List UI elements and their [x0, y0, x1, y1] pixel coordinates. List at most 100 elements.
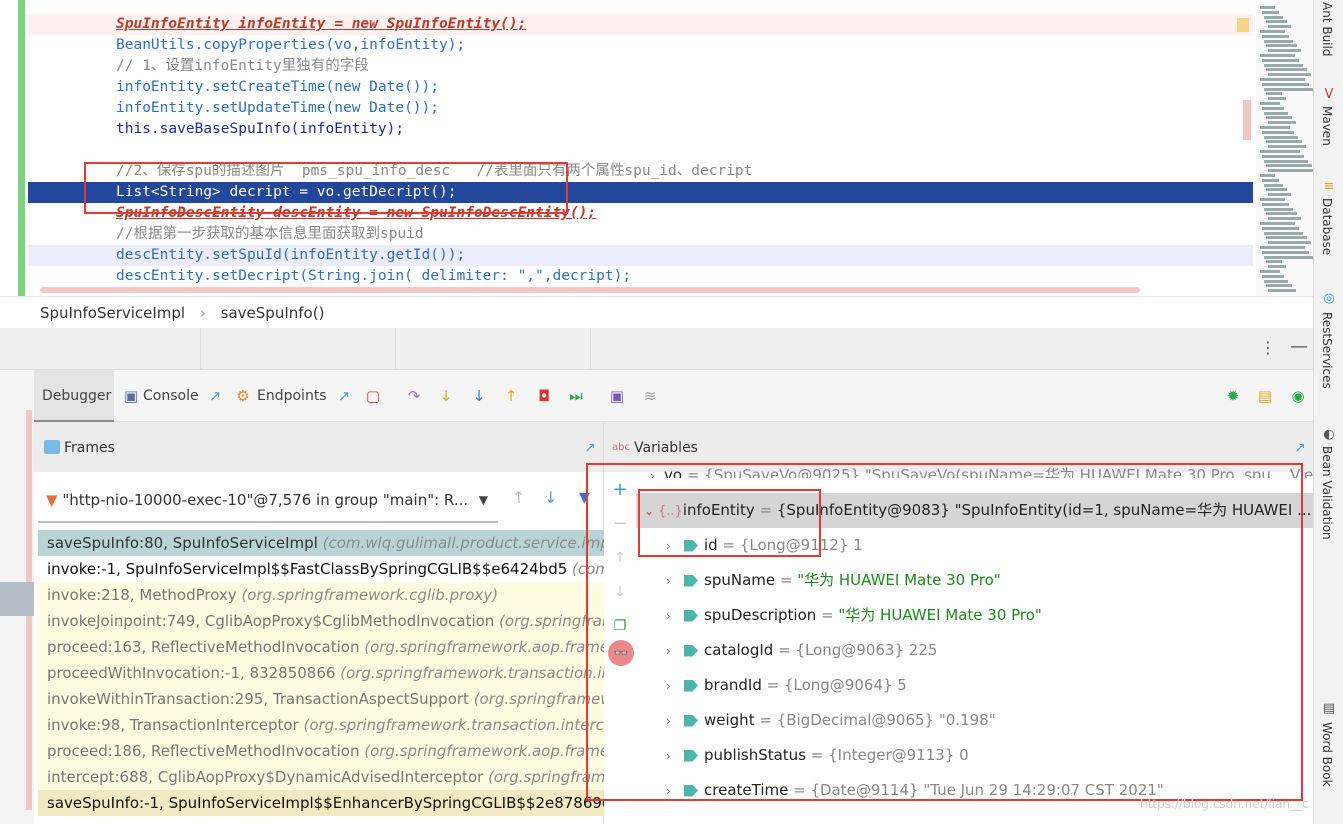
more-options-icon[interactable]: ⋮ [1260, 338, 1276, 357]
frames-icon [44, 440, 60, 454]
minimap-line [1262, 274, 1284, 278]
minimap-line [1268, 121, 1296, 125]
minimap-line [1268, 169, 1313, 173]
minimap-line [1266, 212, 1297, 216]
frame-method: invoke:218, MethodProxy [47, 586, 242, 604]
side-tab-restservices[interactable]: RestServices [1320, 312, 1334, 389]
frame-item[interactable]: invoke:-1, SpuInfoServiceImpl$$FastClass… [38, 556, 604, 582]
minimap-line [1264, 207, 1293, 211]
minimize-icon[interactable]: — [1290, 336, 1308, 357]
tab-label: Console [143, 388, 199, 404]
memory-icon[interactable]: ▤ [1256, 387, 1274, 405]
code-line-4[interactable]: infoEntity.setCreateTime(new Date()); [28, 77, 1253, 98]
debug-toolbar: Debugger ▣ Console ↗ ⚙ Endpoints ↗ ▢ ↷ ↓… [34, 370, 1313, 422]
frame-method: invokeWithinTransaction:295, Transaction… [47, 690, 474, 708]
step-out-icon[interactable]: ↑ [502, 387, 520, 405]
minimap-line [1262, 106, 1284, 110]
side-tab-database[interactable]: Database [1320, 198, 1334, 255]
code-text: infoEntity.setCreateTime(new Date()); [116, 79, 440, 95]
editor-gutter [0, 0, 28, 296]
side-tab-bean-validation[interactable]: Bean Validation [1320, 446, 1334, 540]
minimap-line [1264, 135, 1298, 139]
minimap-line [1260, 174, 1275, 177]
minimap-line [1264, 111, 1288, 115]
thread-selector[interactable]: ▼ "http-nio-10000-exec-10"@7,576 in grou… [38, 477, 498, 523]
drop-frame-icon[interactable]: ◘ [535, 387, 553, 405]
tab-console[interactable]: Console [143, 370, 199, 422]
code-line-11[interactable]: //根据第一步获取的基本信息里面获取到spuid [28, 224, 1253, 245]
minimap-line [1264, 231, 1303, 235]
minimap-line [1264, 87, 1313, 91]
tab-endpoints[interactable]: Endpoints [257, 370, 327, 422]
step-into-icon[interactable]: ↓ [437, 387, 455, 405]
trace-icon[interactable]: ≋ [641, 387, 659, 405]
scroll-marker[interactable] [1243, 100, 1251, 140]
force-step-into-icon[interactable]: ↓ [470, 387, 488, 405]
arrow-down-icon[interactable]: ↓ [544, 488, 557, 507]
side-tab-word-book[interactable]: Word Book [1320, 722, 1334, 787]
code-line-7[interactable] [28, 140, 1253, 161]
frame-item[interactable]: invoke:98, TransactionInterceptor (org.s… [38, 712, 604, 738]
frames-title: Frames [64, 440, 115, 456]
frame-item[interactable]: invokeJoinpoint:749, CglibAopProxy$Cglib… [38, 608, 604, 634]
minimap-line [1262, 82, 1309, 86]
breadcrumb-class[interactable]: SpuInfoServiceImpl [40, 304, 185, 322]
code-line-2[interactable]: BeanUtils.copyProperties(vo,infoEntity); [28, 35, 1253, 56]
minimap-line [1260, 54, 1295, 57]
frame-item[interactable]: proceedWithInvocation:-1, 832850866 (org… [38, 660, 604, 686]
minimap-line [1268, 265, 1286, 269]
pin-arrow-icon[interactable]: ↗ [335, 387, 353, 405]
breadcrumb-method[interactable]: saveSpuInfo() [221, 304, 325, 322]
minimap-line [1260, 78, 1305, 81]
bug-icon[interactable]: ✹ [1224, 387, 1242, 405]
watermark: https://blog.csdn.net/lian__c [1140, 797, 1309, 811]
console-icon: ▣ [123, 387, 139, 405]
frame-item[interactable]: saveSpuInfo:-1, SpuInfoServiceImpl$$Enha… [38, 790, 604, 816]
minimap-line [1266, 140, 1302, 144]
minimap-line [1268, 97, 1286, 101]
horizontal-scrollbar[interactable] [40, 287, 1140, 293]
frame-item[interactable]: saveSpuInfo:80, SpuInfoServiceImpl (com.… [38, 530, 604, 556]
code-line-13[interactable]: descEntity.setDecript(String.join( delim… [28, 266, 1253, 287]
left-edge [0, 370, 34, 824]
frame-method: invoke:-1, SpuInfoServiceImpl$$FastClass… [47, 560, 573, 578]
database-icon: ≡ [1323, 179, 1335, 194]
code-line-1[interactable]: SpuInfoEntity infoEntity = new SpuInfoEn… [28, 14, 1253, 35]
minimap-line [1268, 73, 1311, 77]
minimap-line [1266, 284, 1292, 288]
comment-text: //根据第一步获取的基本信息里面获取到spuid [116, 226, 424, 242]
side-tab-maven[interactable]: Maven [1320, 106, 1334, 146]
frame-item[interactable]: proceed:163, ReflectiveMethodInvocation … [38, 634, 604, 660]
frame-package: (org.springframework.cglib.proxy) [241, 586, 499, 604]
code-line-3[interactable]: // 1、设置infoEntity里独有的字段 [28, 56, 1253, 77]
restore-layout-icon[interactable]: ▢ [364, 387, 382, 405]
frame-method: invokeJoinpoint:749, CglibAopProxy$Cglib… [47, 612, 500, 630]
minimap-line [1262, 226, 1299, 230]
frame-package: (com.wlq.gulimall.product.service.impl) [322, 534, 604, 552]
side-tab-ant-build[interactable]: Ant Build [1320, 2, 1334, 56]
step-over-icon[interactable]: ↷ [405, 387, 423, 405]
warning-marker[interactable] [1237, 18, 1249, 32]
code-line-6[interactable]: this.saveBaseSpuInfo(infoEntity); [28, 119, 1253, 140]
frames-panel: Frames ↗ ▼ "http-nio-10000-exec-10"@7,57… [34, 422, 604, 824]
book-icon: ▤ [1322, 701, 1336, 716]
minimap[interactable] [1256, 0, 1313, 296]
run-to-cursor-icon[interactable]: ⏭ [567, 387, 585, 405]
frame-item[interactable]: invokeWithinTransaction:295, Transaction… [38, 686, 604, 712]
minimap-line [1260, 102, 1280, 105]
code-editor[interactable]: SpuInfoEntity infoEntity = new SpuInfoEn… [0, 0, 1313, 296]
minimap-line [1268, 49, 1301, 53]
code-line-12[interactable]: descEntity.setSpuId(infoEntity.getId()); [28, 245, 1253, 266]
tab-debugger[interactable]: Debugger [34, 370, 114, 422]
frame-item[interactable]: proceed:186, ReflectiveMethodInvocation … [38, 738, 604, 764]
arrow-up-icon[interactable]: ↑ [512, 488, 525, 507]
gauge-icon[interactable]: ◉ [1289, 387, 1307, 405]
evaluate-expression-icon[interactable]: ▣ [608, 387, 626, 405]
minimap-line [1264, 159, 1308, 163]
endpoints-icon: ⚙ [236, 387, 250, 405]
frame-item[interactable]: intercept:688, CglibAopProxy$DynamicAdvi… [38, 764, 604, 790]
code-line-5[interactable]: infoEntity.setUpdateTime(new Date()); [28, 98, 1253, 119]
pin-arrow-icon[interactable]: ↗ [206, 387, 224, 405]
frame-item[interactable]: invoke:218, MethodProxy (org.springframe… [38, 582, 604, 608]
tab-label: Endpoints [257, 388, 327, 404]
